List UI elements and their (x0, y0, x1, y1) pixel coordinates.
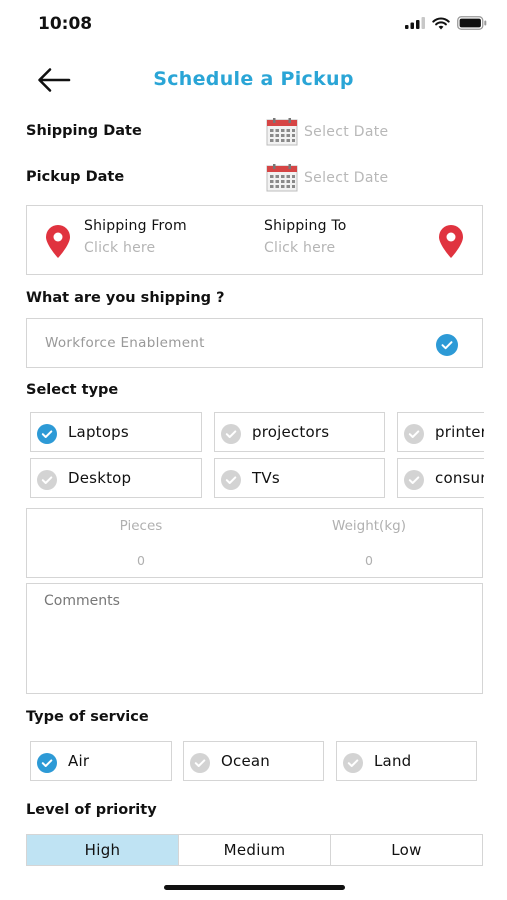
priority-segmented-control: High Medium Low (26, 834, 483, 866)
service-option-label: Ocean (221, 752, 270, 770)
shipping-from-label: Shipping From (84, 218, 187, 234)
check-circle-icon (404, 470, 424, 490)
shipping-from-value: Click here (84, 240, 156, 256)
shipping-date-row: Shipping Date Select Date (26, 117, 486, 147)
type-options-grid: Laptops projectors printers Desktop TVs (30, 412, 484, 502)
comments-box (26, 583, 483, 694)
type-option-label: Desktop (68, 469, 132, 487)
status-time: 10:08 (38, 14, 93, 34)
type-option-printers[interactable]: printers (397, 412, 484, 452)
pickup-date-label: Pickup Date (26, 169, 125, 185)
page-title: Schedule a Pickup (153, 68, 354, 90)
shipping-date-placeholder: Select Date (304, 124, 389, 140)
shipping-date-label: Shipping Date (26, 123, 142, 139)
calendar-icon (266, 118, 298, 146)
route-box: Shipping From Click here Shipping To Cli… (26, 205, 483, 275)
check-circle-icon (190, 753, 210, 773)
pieces-input[interactable] (41, 547, 241, 573)
type-option-label: projectors (252, 423, 330, 441)
check-circle-icon (343, 753, 363, 773)
pickup-date-placeholder: Select Date (304, 170, 389, 186)
type-option-consumables[interactable]: consumables (397, 458, 484, 498)
shipping-to-value: Click here (264, 240, 336, 256)
service-option-label: Air (68, 752, 90, 770)
check-circle-icon (221, 470, 241, 490)
weight-input[interactable] (269, 547, 469, 573)
status-bar: 10:08 (0, 0, 507, 50)
nav-header: Schedule a Pickup (0, 58, 507, 102)
priority-low-button[interactable]: Low (331, 835, 482, 865)
priority-label: Level of priority (26, 802, 157, 818)
check-circle-icon (37, 424, 57, 444)
cellular-signal-icon (405, 17, 425, 29)
pieces-label: Pieces (119, 518, 163, 534)
type-option-label: consumables (435, 469, 484, 487)
priority-high-button[interactable]: High (27, 835, 179, 865)
type-option-label: TVs (252, 469, 280, 487)
service-type-label: Type of service (26, 709, 149, 725)
shipping-to-label: Shipping To (264, 218, 347, 234)
type-option-desktop[interactable]: Desktop (30, 458, 202, 498)
type-option-label: Laptops (68, 423, 129, 441)
home-indicator (164, 885, 345, 890)
type-option-laptops[interactable]: Laptops (30, 412, 202, 452)
shipping-to-field[interactable]: Shipping To Click here (264, 218, 346, 256)
pieces-field: Pieces (27, 509, 255, 579)
check-circle-icon (221, 424, 241, 444)
service-option-ocean[interactable]: Ocean (183, 741, 324, 781)
shipping-category-value: Workforce Enablement (45, 335, 205, 351)
check-circle-icon (404, 424, 424, 444)
select-type-label: Select type (26, 382, 119, 398)
battery-icon (457, 16, 487, 30)
shipping-date-picker[interactable]: Select Date (266, 117, 466, 147)
type-option-tvs[interactable]: TVs (214, 458, 385, 498)
shipping-from-field[interactable]: Shipping From Click here (84, 218, 187, 256)
shipping-category-select[interactable]: Workforce Enablement (26, 318, 483, 368)
what-shipping-label: What are you shipping ? (26, 290, 225, 306)
weight-field: Weight(kg) (255, 509, 483, 579)
priority-medium-button[interactable]: Medium (179, 835, 331, 865)
wifi-icon (432, 17, 450, 29)
type-option-label: printers (435, 423, 484, 441)
check-circle-icon (436, 334, 458, 356)
calendar-icon (266, 164, 298, 192)
pickup-date-row: Pickup Date Select Date (26, 163, 486, 193)
pickup-date-picker[interactable]: Select Date (266, 163, 466, 193)
service-option-air[interactable]: Air (30, 741, 172, 781)
location-pin-icon (46, 225, 70, 258)
service-option-label: Land (374, 752, 412, 770)
quantity-box: Pieces Weight(kg) (26, 508, 483, 578)
location-pin-icon (439, 225, 463, 258)
check-circle-icon (37, 753, 57, 773)
check-circle-icon (37, 470, 57, 490)
weight-label: Weight(kg) (332, 518, 406, 534)
comments-input[interactable] (27, 584, 482, 693)
service-option-land[interactable]: Land (336, 741, 477, 781)
status-icons (405, 16, 487, 30)
type-option-projectors[interactable]: projectors (214, 412, 385, 452)
